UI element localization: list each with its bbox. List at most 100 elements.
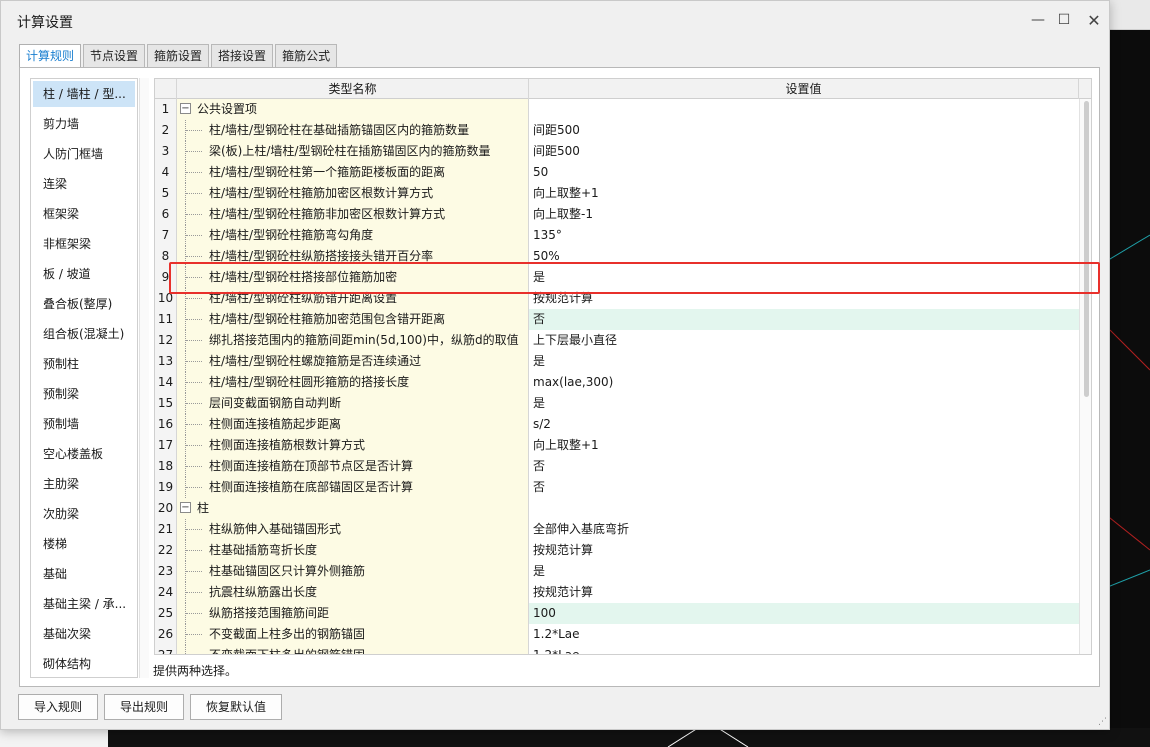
setting-value-cell[interactable]: 1.2*Lae — [529, 645, 1079, 654]
setting-name-cell[interactable]: 柱基础插筋弯折长度 — [177, 540, 529, 561]
export-rules-button[interactable]: 导出规则 — [104, 694, 185, 720]
setting-value-cell[interactable]: 100 — [529, 603, 1079, 624]
component-list-item[interactable]: 非框架梁 — [31, 229, 137, 259]
import-rules-button[interactable]: 导入规则 — [18, 694, 99, 720]
setting-name-cell[interactable]: 层间变截面钢筋自动判断 — [177, 393, 529, 414]
setting-name-cell[interactable]: 柱侧面连接植筋在底部锚固区是否计算 — [177, 477, 529, 498]
table-row[interactable]: 23 柱基础锚固区只计算外侧箍筋 是 — [155, 561, 1079, 582]
component-list-item[interactable]: 框架梁 — [31, 199, 137, 229]
table-row[interactable]: 4 柱/墙柱/型钢砼柱第一个箍筋距楼板面的距离 50 — [155, 162, 1079, 183]
setting-value-cell[interactable]: 否 — [529, 477, 1079, 498]
setting-name-cell[interactable]: − 公共设置项 — [177, 99, 529, 120]
tab-calc-rules[interactable]: 计算规则 — [19, 44, 82, 69]
collapse-icon[interactable]: − — [180, 502, 191, 513]
setting-name-cell[interactable]: 柱/墙柱/型钢砼柱箍筋加密范围包含错开距离 — [177, 309, 529, 330]
setting-value-cell[interactable]: 上下层最小直径 — [529, 330, 1079, 351]
table-row[interactable]: 5 柱/墙柱/型钢砼柱箍筋加密区根数计算方式 向上取整+1 — [155, 183, 1079, 204]
table-row[interactable]: 14 柱/墙柱/型钢砼柱圆形箍筋的搭接长度 max(lae,300) — [155, 372, 1079, 393]
setting-value-cell[interactable]: s/2 — [529, 414, 1079, 435]
setting-value-cell[interactable]: 向上取整-1 — [529, 204, 1079, 225]
tab-node-settings[interactable]: 节点设置 — [83, 44, 146, 68]
component-list-item[interactable]: 主肋梁 — [31, 469, 137, 499]
grid-scroll-thumb[interactable] — [1084, 101, 1089, 397]
setting-name-cell[interactable]: 柱/墙柱/型钢砼柱纵筋错开距离设置 — [177, 288, 529, 309]
setting-name-cell[interactable]: 柱/墙柱/型钢砼柱箍筋加密区根数计算方式 — [177, 183, 529, 204]
component-list-item[interactable]: 组合板(混凝土) — [31, 319, 137, 349]
setting-name-cell[interactable]: 柱/墙柱/型钢砼柱搭接部位箍筋加密 — [177, 267, 529, 288]
restore-defaults-button[interactable]: 恢复默认值 — [190, 694, 283, 720]
setting-name-cell[interactable]: 纵筋搭接范围箍筋间距 — [177, 603, 529, 624]
setting-name-cell[interactable]: 柱/墙柱/型钢砼柱箍筋非加密区根数计算方式 — [177, 204, 529, 225]
table-row[interactable]: 18 柱侧面连接植筋在顶部节点区是否计算 否 — [155, 456, 1079, 477]
table-row[interactable]: 8 柱/墙柱/型钢砼柱纵筋搭接接头错开百分率 50% — [155, 246, 1079, 267]
component-list-item[interactable]: 剪力墙 — [31, 109, 137, 139]
setting-name-cell[interactable]: 绑扎搭接范围内的箍筋间距min(5d,100)中，纵筋d的取值 — [177, 330, 529, 351]
table-row[interactable]: 19 柱侧面连接植筋在底部锚固区是否计算 否 — [155, 477, 1079, 498]
table-row[interactable]: 12 绑扎搭接范围内的箍筋间距min(5d,100)中，纵筋d的取值 上下层最小直径 — [155, 330, 1079, 351]
setting-value-cell[interactable]: 是 — [529, 267, 1079, 288]
tab-stirrup-formula[interactable]: 箍筋公式 — [275, 44, 338, 68]
setting-value-cell[interactable]: 135° — [529, 225, 1079, 246]
setting-value-cell[interactable]: 是 — [529, 393, 1079, 414]
table-row[interactable]: 26 不变截面上柱多出的钢筋锚固 1.2*Lae — [155, 624, 1079, 645]
collapse-icon[interactable]: − — [180, 103, 191, 114]
setting-name-cell[interactable]: 柱/墙柱/型钢砼柱纵筋搭接接头错开百分率 — [177, 246, 529, 267]
group-row[interactable]: 20− 柱 — [155, 498, 1079, 519]
component-list-item[interactable]: 次肋梁 — [31, 499, 137, 529]
setting-name-cell[interactable]: 柱侧面连接植筋根数计算方式 — [177, 435, 529, 456]
setting-name-cell[interactable]: 柱/墙柱/型钢砼柱在基础插筋锚固区内的箍筋数量 — [177, 120, 529, 141]
component-list-scrollbar[interactable] — [139, 78, 149, 678]
setting-value-cell[interactable]: 按规范计算 — [529, 540, 1079, 561]
component-list-item[interactable]: 基础主梁 / 承... — [31, 589, 137, 619]
setting-value-cell[interactable]: 全部伸入基底弯折 — [529, 519, 1079, 540]
setting-name-cell[interactable]: 柱/墙柱/型钢砼柱螺旋箍筋是否连续通过 — [177, 351, 529, 372]
component-list-item[interactable]: 柱 / 墙柱 / 型... — [33, 81, 135, 107]
component-list-item[interactable]: 预制柱 — [31, 349, 137, 379]
tab-lap-settings[interactable]: 搭接设置 — [211, 44, 274, 68]
table-row[interactable]: 25 纵筋搭接范围箍筋间距 100 — [155, 603, 1079, 624]
setting-value-cell[interactable]: 否 — [529, 309, 1079, 330]
setting-value-cell[interactable]: 50% — [529, 246, 1079, 267]
table-row[interactable]: 9 柱/墙柱/型钢砼柱搭接部位箍筋加密 是 — [155, 267, 1079, 288]
grid-vertical-scrollbar[interactable] — [1079, 99, 1091, 654]
setting-value-cell[interactable]: 是 — [529, 561, 1079, 582]
setting-name-cell[interactable]: 不变截面下柱多出的钢筋锚固 — [177, 645, 529, 654]
setting-value-cell[interactable]: 是 — [529, 351, 1079, 372]
component-list-item[interactable]: 叠合板(整厚) — [31, 289, 137, 319]
setting-value-cell[interactable] — [529, 99, 1079, 120]
table-row[interactable]: 17 柱侧面连接植筋根数计算方式 向上取整+1 — [155, 435, 1079, 456]
minimize-icon[interactable]: — — [1027, 9, 1049, 31]
component-list-item[interactable]: 楼梯 — [31, 529, 137, 559]
setting-value-cell[interactable]: 向上取整+1 — [529, 435, 1079, 456]
component-list-item[interactable]: 基础次梁 — [31, 619, 137, 649]
component-list-item[interactable]: 预制墙 — [31, 409, 137, 439]
table-row[interactable]: 6 柱/墙柱/型钢砼柱箍筋非加密区根数计算方式 向上取整-1 — [155, 204, 1079, 225]
table-row[interactable]: 2 柱/墙柱/型钢砼柱在基础插筋锚固区内的箍筋数量 间距500 — [155, 120, 1079, 141]
component-list-item[interactable]: 砌体结构 — [31, 649, 137, 677]
setting-value-cell[interactable]: 按规范计算 — [529, 288, 1079, 309]
setting-name-cell[interactable]: 梁(板)上柱/墙柱/型钢砼柱在插筋锚固区内的箍筋数量 — [177, 141, 529, 162]
setting-value-cell[interactable]: 50 — [529, 162, 1079, 183]
component-list-item[interactable]: 空心楼盖板 — [31, 439, 137, 469]
component-list-item[interactable]: 板 / 坡道 — [31, 259, 137, 289]
setting-value-cell[interactable] — [529, 498, 1079, 519]
setting-value-cell[interactable]: 按规范计算 — [529, 582, 1079, 603]
table-row[interactable]: 11 柱/墙柱/型钢砼柱箍筋加密范围包含错开距离 否 — [155, 309, 1079, 330]
close-icon[interactable]: ✕ — [1083, 9, 1105, 31]
setting-name-cell[interactable]: 不变截面上柱多出的钢筋锚固 — [177, 624, 529, 645]
component-list-item[interactable]: 连梁 — [31, 169, 137, 199]
group-row[interactable]: 1− 公共设置项 — [155, 99, 1079, 120]
setting-name-cell[interactable]: 柱侧面连接植筋在顶部节点区是否计算 — [177, 456, 529, 477]
setting-name-cell[interactable]: 抗震柱纵筋露出长度 — [177, 582, 529, 603]
table-row[interactable]: 27 不变截面下柱多出的钢筋锚固 1.2*Lae — [155, 645, 1079, 654]
table-row[interactable]: 22 柱基础插筋弯折长度 按规范计算 — [155, 540, 1079, 561]
setting-value-cell[interactable]: 间距500 — [529, 120, 1079, 141]
table-row[interactable]: 13 柱/墙柱/型钢砼柱螺旋箍筋是否连续通过 是 — [155, 351, 1079, 372]
table-row[interactable]: 24 抗震柱纵筋露出长度 按规范计算 — [155, 582, 1079, 603]
table-row[interactable]: 10 柱/墙柱/型钢砼柱纵筋错开距离设置 按规范计算 — [155, 288, 1079, 309]
setting-name-cell[interactable]: 柱/墙柱/型钢砼柱圆形箍筋的搭接长度 — [177, 372, 529, 393]
table-row[interactable]: 21 柱纵筋伸入基础锚固形式 全部伸入基底弯折 — [155, 519, 1079, 540]
setting-value-cell[interactable]: max(lae,300) — [529, 372, 1079, 393]
table-row[interactable]: 16 柱侧面连接植筋起步距离 s/2 — [155, 414, 1079, 435]
setting-value-cell[interactable]: 1.2*Lae — [529, 624, 1079, 645]
